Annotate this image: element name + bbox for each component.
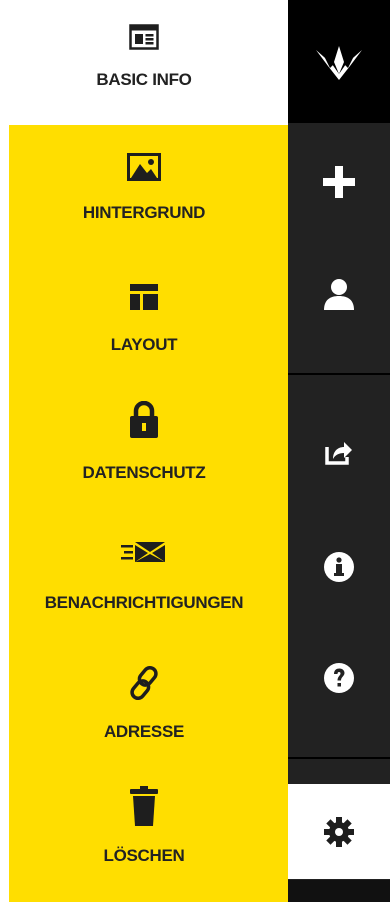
menu-item-label: DATENSCHUTZ [82,463,206,482]
logo-button[interactable] [288,30,390,94]
user-icon [324,279,354,310]
menu-item-basic-info[interactable]: BASIC INFO [0,24,288,90]
menu-item-label: HINTERGRUND [82,203,206,222]
menu-item-label: LÖSCHEN [103,846,185,865]
image-icon [127,153,161,181]
add-button[interactable] [288,150,390,214]
rail-bottom-strip [288,880,390,902]
plus-icon [323,166,355,198]
settings-menu: BASIC INFO HINTERGRUND LAYOUT DATENSCHUT… [0,0,288,902]
icon-rail [288,0,390,902]
profile-button[interactable] [288,262,390,326]
menu-item-layout[interactable]: LAYOUT [0,284,288,355]
menu-item-label: ADRESSE [103,722,185,741]
envelope-icon [121,542,165,562]
link-icon [130,665,158,701]
share-icon [325,442,352,465]
gear-icon [324,817,354,847]
question-icon [324,663,354,693]
info-button[interactable] [288,535,390,599]
share-button[interactable] [288,420,390,484]
menu-item-datenschutz[interactable]: DATENSCHUTZ [0,401,288,483]
menu-item-hintergrund[interactable]: HINTERGRUND [0,153,288,223]
menu-item-label: LAYOUT [110,335,178,354]
help-button[interactable] [288,646,390,710]
newspaper-icon [129,24,159,50]
menu-item-label: BENACHRICHTIGUNGEN [44,593,244,612]
lock-icon [130,401,158,438]
rail-divider [288,373,390,375]
settings-button[interactable] [288,800,390,864]
rail-divider [288,757,390,759]
menu-item-benachrichtigungen[interactable]: BENACHRICHTIGUNGEN [0,541,288,613]
menu-item-label: BASIC INFO [96,70,192,89]
menu-item-loeschen[interactable]: LÖSCHEN [0,786,288,866]
paper-crane-icon [316,46,362,80]
layout-icon [130,284,158,310]
info-icon [324,552,354,582]
menu-item-adresse[interactable]: ADRESSE [0,664,288,742]
trash-icon [130,786,158,826]
